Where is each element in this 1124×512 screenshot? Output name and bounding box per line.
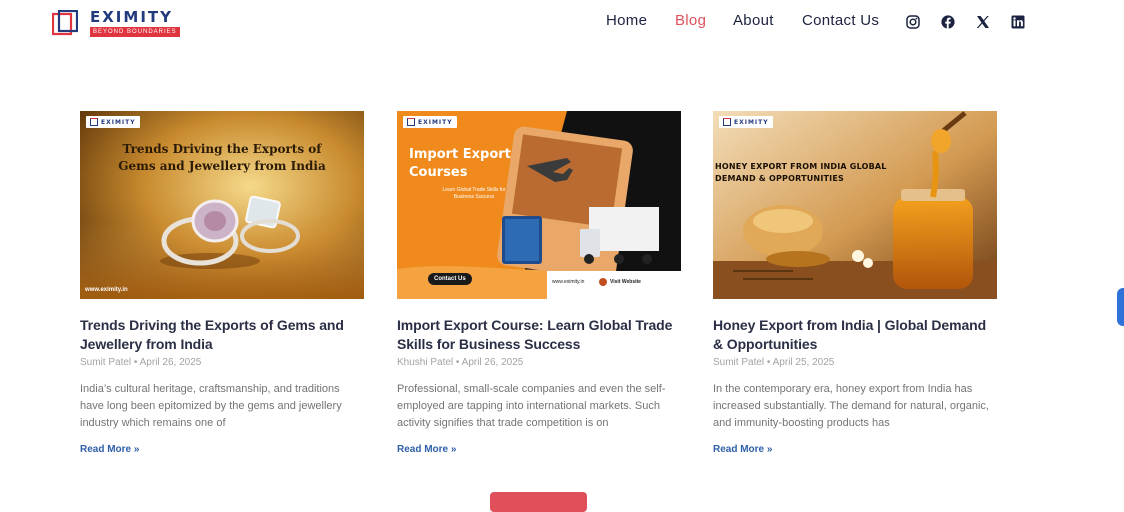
nav-contact-us[interactable]: Contact Us (802, 12, 879, 29)
read-more-link[interactable]: Read More » (80, 444, 364, 455)
read-more-link[interactable]: Read More » (397, 444, 681, 455)
post-meta: Sumit Patel • April 26, 2025 (80, 357, 202, 368)
x-icon[interactable] (976, 15, 990, 29)
post-thumbnail[interactable]: EXIMITY Import Export Courses Learn Glob… (397, 111, 681, 299)
logo-tagline: BEYOND BOUNDARIES (90, 27, 180, 37)
thumbnail-headline: Trends Driving the Exports of Gems and J… (118, 142, 326, 173)
read-more-link[interactable]: Read More » (713, 444, 997, 455)
post-card: EXIMITY HONEY EXPORT FROM INDIA GLOBAL D… (713, 111, 997, 455)
logo-mark-icon (52, 10, 78, 36)
post-excerpt: India’s cultural heritage, craftsmanship… (80, 383, 342, 429)
instagram-icon[interactable] (906, 15, 920, 29)
post-thumbnail[interactable]: EXIMITY HONEY EXPORT FROM INDIA GLOBAL D… (713, 111, 997, 299)
post-excerpt: In the contemporary era, honey export fr… (713, 383, 989, 429)
post-card: EXIMITY Trends Driving the Exports of Ge… (80, 111, 364, 455)
post-title[interactable]: Honey Export from India | Global Demand … (713, 316, 997, 354)
post-meta: Khushi Patel • April 26, 2025 (397, 357, 524, 368)
post-title[interactable]: Trends Driving the Exports of Gems and J… (80, 316, 364, 354)
post-excerpt: Professional, small-scale companies and … (397, 383, 666, 429)
post-title[interactable]: Import Export Course: Learn Global Trade… (397, 316, 681, 354)
pagination-button[interactable] (490, 492, 587, 512)
honey-image (713, 111, 997, 299)
nav-blog[interactable]: Blog (675, 12, 706, 29)
thumbnail-contact-button: Contact Us (428, 273, 472, 285)
thumbnail-brand: EXIMITY (719, 116, 773, 128)
thumbnail-subheadline: Learn Global Trade Skills for Business S… (442, 187, 506, 200)
linkedin-icon[interactable] (1011, 15, 1025, 29)
thumbnail-visit-label: Visit Website (610, 279, 641, 285)
post-thumbnail[interactable]: EXIMITY Trends Driving the Exports of Ge… (80, 111, 364, 299)
thumbnail-headline: HONEY EXPORT FROM INDIA GLOBAL DEMAND & … (715, 162, 887, 183)
side-widget-tab[interactable] (1117, 288, 1124, 326)
import-export-image (397, 111, 681, 299)
facebook-icon[interactable] (941, 15, 955, 29)
post-meta: Sumit Patel • April 25, 2025 (713, 357, 835, 368)
post-card: EXIMITY Import Export Courses Learn Glob… (397, 111, 681, 455)
site-header: EXIMITY BEYOND BOUNDARIES Home Blog Abou… (0, 0, 1124, 50)
thumbnail-brand: EXIMITY (403, 116, 457, 128)
jewellery-image (80, 111, 364, 299)
site-logo[interactable]: EXIMITY BEYOND BOUNDARIES (52, 8, 182, 40)
thumbnail-url: www.eximity.in (552, 279, 585, 285)
thumbnail-headline: Import Export Courses (409, 147, 511, 180)
nav-about[interactable]: About (733, 12, 774, 29)
logo-name: EXIMITY (90, 8, 173, 26)
nav-home[interactable]: Home (606, 12, 647, 29)
thumbnail-url: www.eximity.in (85, 287, 128, 293)
thumbnail-brand: EXIMITY (86, 116, 140, 128)
